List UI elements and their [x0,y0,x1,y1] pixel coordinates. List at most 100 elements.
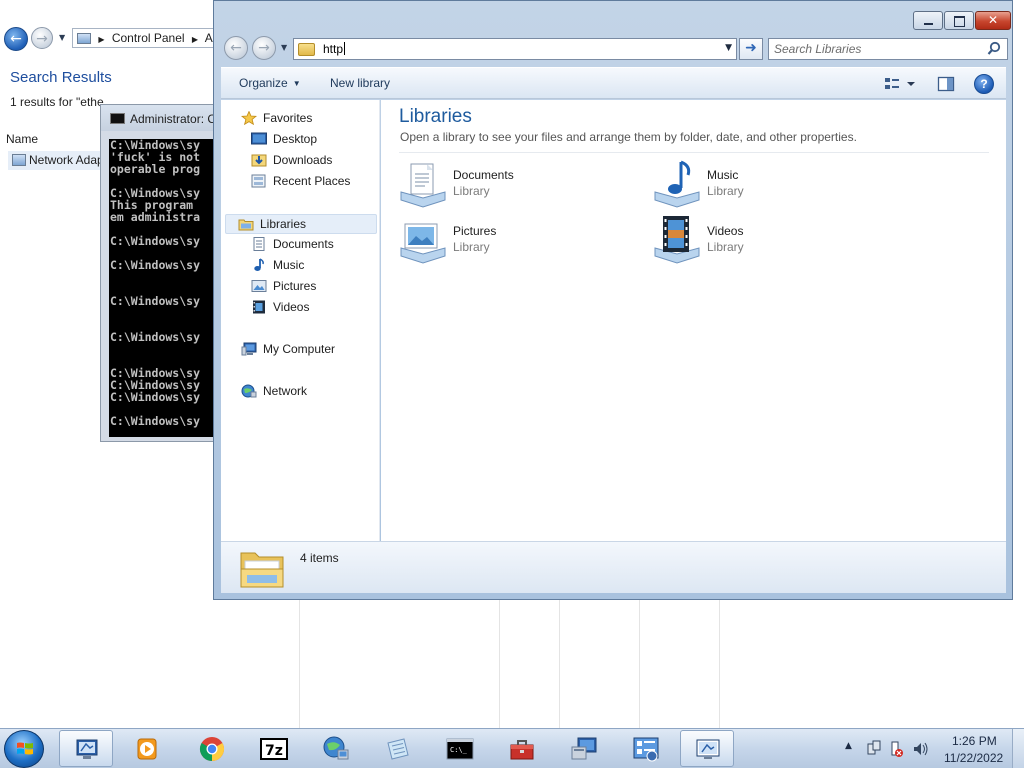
console-line: C:\Windows\sy [110,234,201,248]
command-bar: Organize ▼ New library ? [221,67,1006,99]
forward-button[interactable]: → [31,27,53,49]
cmd-title-bar[interactable]: Administrator: C [101,105,219,131]
column-header-name[interactable]: Name [6,132,38,146]
close-icon: ✕ [987,13,999,27]
nav-item-my-computer[interactable]: My Computer [241,340,335,360]
notepad-icon [387,738,409,760]
documents-library-icon [400,163,446,208]
taskbar-settings-panel[interactable] [618,730,672,767]
library-name: Pictures [453,224,497,238]
taskbar-computer[interactable] [556,730,610,767]
breadcrumb-control-panel[interactable]: Control Panel [112,31,185,45]
nav-item-pictures[interactable]: Pictures [251,277,316,297]
new-library-button[interactable]: New library [330,76,390,90]
network-tray-icon[interactable] [867,740,881,755]
folder-icon [298,43,315,56]
nav-item-downloads[interactable]: Downloads [251,151,332,171]
change-view-icon[interactable] [883,75,919,93]
close-button[interactable]: ✕ [975,11,1011,30]
nav-label: Network [263,384,308,398]
library-videos[interactable]: Videos Library [653,216,873,266]
search-icon[interactable] [987,41,1001,57]
organize-button[interactable]: Organize ▼ [239,76,301,90]
nav-label: Favorites [263,111,313,125]
minimize-button[interactable] [913,11,943,30]
recent-pages-dropdown[interactable]: ▼ [281,43,287,52]
address-input[interactable]: http [323,42,345,56]
clock-time[interactable]: 1:26 PM [952,734,997,748]
nav-item-music[interactable]: Music [251,256,304,276]
back-button[interactable]: ← [224,36,248,60]
cmd-title: Administrator: C [130,112,217,126]
nav-item-favorites[interactable]: Favorites [241,109,312,129]
toolbox-icon [510,740,534,760]
forward-button[interactable]: → [252,36,276,60]
divider [399,152,989,153]
preview-pane-icon[interactable] [937,75,955,93]
divider [299,600,300,728]
go-button[interactable]: ➜ [739,38,763,60]
nav-label: My Computer [263,342,336,356]
search-box[interactable] [768,38,1008,60]
list-item[interactable]: Network Adap [8,151,108,170]
library-type: Library [453,184,490,198]
pictures-icon [251,280,267,292]
back-button[interactable]: ← [4,27,28,51]
library-type: Library [707,184,744,198]
taskbar-7zip[interactable]: 7z [246,730,300,767]
nav-item-libraries[interactable]: Libraries [225,214,377,234]
chevron-down-icon: ▼ [292,79,301,88]
nav-label: Recent Places [273,174,351,188]
navigation-pane: Favorites Desktop Downloads Recent Place… [221,100,380,541]
system-tray[interactable] [864,739,934,759]
taskbar-chrome[interactable] [184,730,238,767]
taskbar-explorer[interactable] [680,730,734,767]
start-button[interactable] [4,730,44,768]
volume-icon[interactable] [914,742,928,756]
taskbar-network[interactable] [308,730,362,767]
organize-label: Organize [239,76,288,90]
library-pictures[interactable]: Pictures Library [399,216,619,266]
action-center-icon[interactable] [891,741,903,757]
divider [559,600,560,728]
show-hidden-icons-button[interactable]: ▲ [845,741,852,751]
console-line: C:\Windows\sy [110,294,201,308]
nav-item-network[interactable]: Network [241,382,307,402]
nav-item-videos[interactable]: Videos [251,298,309,318]
library-music[interactable]: Music Library [653,160,873,210]
console-line: em administra [110,210,201,224]
svg-text:7z: 7z [265,743,283,759]
page-title: Search Results [10,69,112,86]
breadcrumb-item[interactable]: A [205,31,213,45]
maximize-button[interactable] [944,11,974,30]
command-prompt-window[interactable]: Administrator: C C:\Windows\sy'fuck' is … [100,104,221,442]
taskbar-media-player[interactable] [119,730,173,767]
console-line: C:\Windows\sy [110,258,201,272]
console-line: C:\Windows\sy [110,330,201,344]
control-panel-icon [76,739,98,759]
clock-date[interactable]: 11/22/2022 [944,751,1003,765]
nav-item-desktop[interactable]: Desktop [251,130,317,150]
chevron-down-icon[interactable]: ▼ [725,43,732,53]
taskbar-command-prompt[interactable]: C:\_ [432,730,486,767]
library-documents[interactable]: Documents Library [399,160,619,210]
nav-item-recent-places[interactable]: Recent Places [251,172,350,192]
nav-item-documents[interactable]: Documents [251,235,334,255]
console-output[interactable]: C:\Windows\sy'fuck' is not operable prog C… [109,139,221,437]
nav-label: Downloads [273,153,333,167]
taskbar-notepad[interactable] [370,730,424,767]
taskbar-control-panel[interactable] [59,730,113,767]
taskbar: 7z C:\_ ▲ 1:26 PM 11/22/2022 [0,728,1024,768]
search-input[interactable] [774,41,974,57]
recent-pages-dropdown[interactable]: ▼ [59,33,65,42]
help-icon[interactable]: ? [974,74,994,94]
desktop-icon [251,132,267,145]
explorer-window[interactable]: ✕ ← → ▼ http ▼ ➜ Organize ▼ New library [213,0,1013,600]
address-bar[interactable]: http ▼ [293,38,737,60]
breadcrumb[interactable]: ▶ Control Panel ▶ A [72,28,232,48]
svg-text:C:\_: C:\_ [450,746,468,754]
taskbar-toolbox[interactable] [494,730,548,767]
show-desktop-button[interactable] [1012,729,1024,768]
minimize-icon [914,12,942,29]
